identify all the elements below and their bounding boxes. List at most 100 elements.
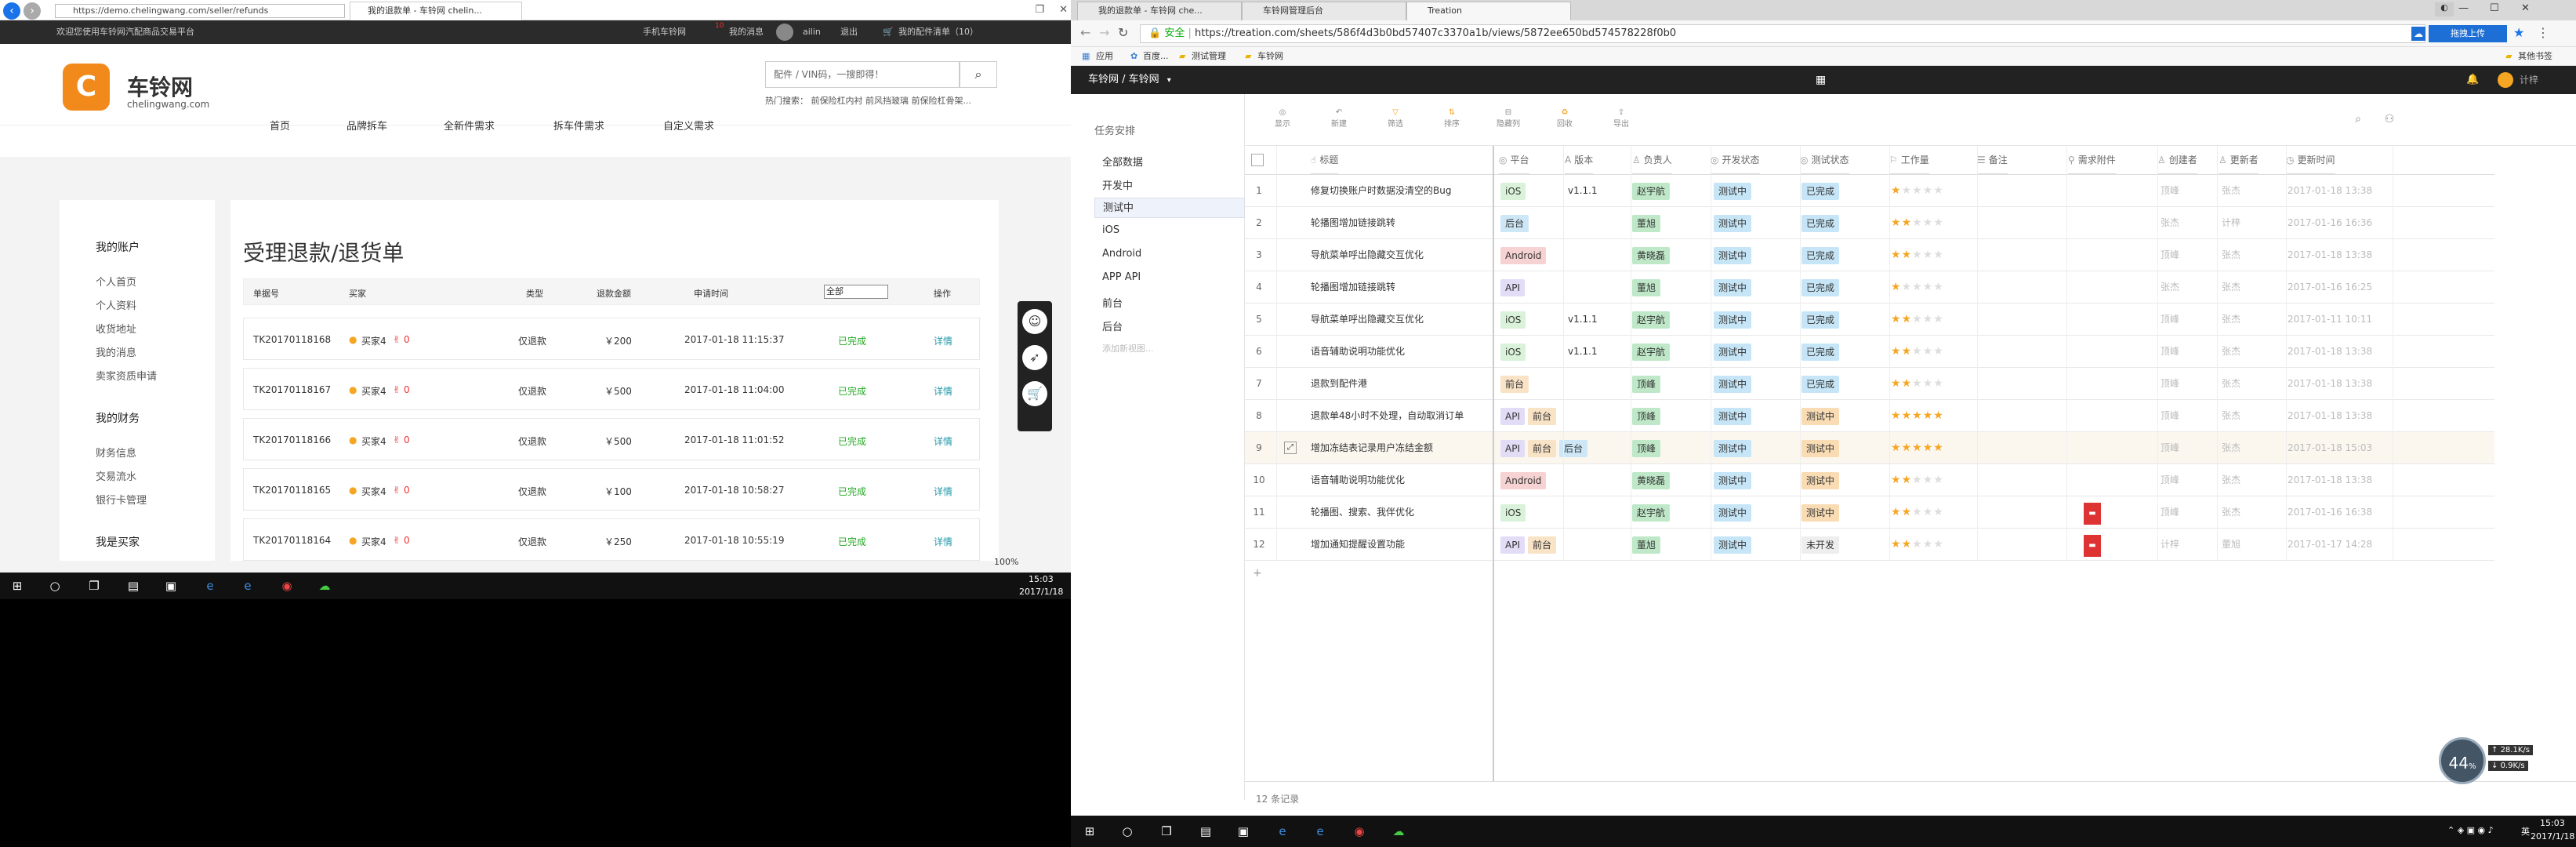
ie-icon[interactable]: e <box>202 578 218 594</box>
close-icon[interactable]: ✕ <box>1059 4 1068 16</box>
zoom-level[interactable]: 100% <box>994 557 1018 567</box>
star-icon[interactable]: ★ <box>1891 281 1902 293</box>
star-icon[interactable]: ★ <box>1933 281 1944 293</box>
view-item[interactable]: 前台 <box>1102 295 1123 310</box>
attachment-cell[interactable] <box>2070 432 2156 464</box>
star-icon[interactable]: ★ <box>1923 184 1934 197</box>
dev-status-cell[interactable]: 测试中 <box>1714 464 1800 496</box>
star-icon[interactable]: ★ <box>1902 345 1913 358</box>
attachment-cell[interactable]: ▬ <box>2070 529 2156 561</box>
star-icon[interactable]: ★ <box>1891 313 1902 325</box>
task-title[interactable]: 增加通知提醒设置功能 <box>1311 529 1496 561</box>
folder-icon[interactable]: ▰ <box>1245 47 1251 66</box>
table-row[interactable]: 2 轮播图增加链接跳转 后台 董旭 测试中 已完成 ★★★★★ 张杰 计梓 2017-01-16 … <box>1245 207 2494 239</box>
attachment-cell[interactable] <box>2070 207 2156 239</box>
view-item[interactable]: Android <box>1102 248 1141 260</box>
username[interactable]: 计梓 <box>2520 66 2538 94</box>
view-item[interactable]: iOS <box>1102 224 1119 236</box>
column-header[interactable]: ☝ 标题 <box>1311 146 1339 174</box>
star-icon[interactable]: ★ <box>1902 474 1913 486</box>
star-icon[interactable]: ★ <box>1891 442 1902 454</box>
workload-rating[interactable]: ★★★★★ <box>1891 400 1977 432</box>
notes-cell[interactable] <box>1979 529 2065 561</box>
version[interactable] <box>1568 432 1631 464</box>
forward-icon[interactable]: › <box>24 2 41 20</box>
restore-icon[interactable]: ❐ <box>1035 4 1044 16</box>
sidebar-item[interactable]: 个人首页 <box>96 274 136 289</box>
pdf-file-icon[interactable]: ▬ <box>2084 535 2101 557</box>
owner-cell[interactable]: 赵宇航 <box>1632 496 1711 529</box>
star-icon[interactable]: ★ <box>1912 506 1923 518</box>
wechat-icon[interactable]: ☁ <box>317 578 332 594</box>
wechat-icon[interactable]: ☁ <box>1391 823 1406 839</box>
owner-cell[interactable]: 黄晓磊 <box>1632 239 1711 271</box>
chevron-down-icon[interactable]: ▾ <box>1167 76 1171 85</box>
task-title[interactable]: 轮播图增加链接跳转 <box>1311 207 1496 239</box>
star-icon[interactable]: ★ <box>1923 249 1934 261</box>
workload-rating[interactable]: ★★★★★ <box>1891 529 1977 561</box>
dev-status-cell[interactable]: 测试中 <box>1714 175 1800 207</box>
owner-cell[interactable]: 顶峰 <box>1632 432 1711 464</box>
store-icon[interactable]: ▣ <box>1235 823 1251 839</box>
select-all-checkbox[interactable] <box>1251 154 1264 166</box>
sidebar-item[interactable]: 交易流水 <box>96 468 136 483</box>
chat-icon[interactable]: ☺ <box>1022 309 1047 334</box>
notes-cell[interactable] <box>1979 271 2065 304</box>
view-item[interactable]: APP API <box>1102 271 1141 283</box>
attachment-cell[interactable] <box>2070 336 2156 368</box>
star-icon[interactable]: ★ <box>1891 538 1902 551</box>
file-explorer-icon[interactable]: ▤ <box>1198 823 1214 839</box>
star-icon[interactable]: ★ <box>1923 216 1934 229</box>
toolbar-new[interactable]: ↶ 新建 <box>1315 108 1362 129</box>
test-status-cell[interactable]: 测试中 <box>1801 400 1888 432</box>
task-title[interactable]: 语音辅助说明功能优化 <box>1311 336 1496 368</box>
star-icon[interactable]: ★ <box>1902 506 1913 518</box>
detail-link[interactable]: 详情 <box>934 535 952 548</box>
workload-rating[interactable]: ★★★★★ <box>1891 175 1977 207</box>
star-icon[interactable]: ★ <box>1891 474 1902 486</box>
version[interactable] <box>1568 207 1631 239</box>
table-row[interactable]: 9 增加冻结表记录用户冻结金额 API 前台 后台 顶峰 测试中 测试中 ★★★★★ 顶峰 张杰 20… <box>1245 432 2494 464</box>
workload-rating[interactable]: ★★★★★ <box>1891 432 1977 464</box>
dev-status-cell[interactable]: 测试中 <box>1714 207 1800 239</box>
parts-list-link[interactable]: 我的配件清单（10） <box>898 20 978 44</box>
detail-link[interactable]: 详情 <box>934 384 952 398</box>
column-header[interactable]: ⚲ 需求附件 <box>2068 146 2116 174</box>
attachment-cell[interactable]: ▬ <box>2070 496 2156 529</box>
star-icon[interactable]: ★ <box>1933 506 1944 518</box>
dev-status-cell[interactable]: 测试中 <box>1714 336 1800 368</box>
view-item[interactable]: 开发中 <box>1102 177 1133 192</box>
table-row[interactable]: 7 退款到配件港 前台 顶峰 测试中 已完成 ★★★★★ 顶峰 张杰 2017-01-18 13:… <box>1245 368 2494 400</box>
toolbar-export[interactable]: ⇪ 导出 <box>1598 108 1645 129</box>
upload-ext-icon[interactable]: ☁ <box>2411 27 2425 41</box>
cart-icon[interactable]: 🛒 <box>1022 381 1047 406</box>
bell-icon[interactable]: 🔔 <box>2466 66 2479 94</box>
owner-cell[interactable]: 赵宇航 <box>1632 336 1711 368</box>
back-icon[interactable]: ← <box>1080 25 1090 40</box>
avatar[interactable] <box>2498 72 2513 88</box>
column-header[interactable]: ♙ 负责人 <box>1632 146 1672 174</box>
ie-address-bar[interactable]: https://demo.chelingwang.com/seller/refu… <box>55 4 345 18</box>
star-icon[interactable]: ★ <box>1923 506 1934 518</box>
toolbar-filter[interactable]: ▽ 筛选 <box>1372 108 1419 129</box>
logo-icon[interactable]: C <box>63 64 110 111</box>
star-icon[interactable]: ★ <box>1902 377 1913 390</box>
nav-custom[interactable]: 自定义需求 <box>663 118 714 133</box>
back-icon[interactable]: ‹ <box>3 2 20 20</box>
nav-brand[interactable]: 品牌拆车 <box>346 118 387 133</box>
upload-ext-button[interactable]: 拖拽上传 <box>2429 25 2507 42</box>
column-header[interactable]: A 版本 <box>1565 146 1594 174</box>
task-view-icon[interactable]: ❐ <box>86 578 102 594</box>
column-header[interactable]: ♙ 创建者 <box>2157 146 2197 174</box>
nav-home[interactable]: 首页 <box>270 118 290 133</box>
star-icon[interactable]: ★ <box>1923 345 1934 358</box>
star-icon[interactable]: ★ <box>1902 313 1913 325</box>
workload-rating[interactable]: ★★★★★ <box>1891 304 1977 336</box>
toolbar-show[interactable]: ◎ 显示 <box>1259 108 1306 129</box>
owner-cell[interactable]: 顶峰 <box>1632 368 1711 400</box>
star-icon[interactable]: ★ <box>1923 409 1934 422</box>
buyer-name[interactable]: 买家4 <box>361 384 386 398</box>
edge-icon[interactable]: e <box>240 578 256 594</box>
star-icon[interactable]: ★ <box>1933 377 1944 390</box>
star-icon[interactable]: ★ <box>1912 442 1923 454</box>
